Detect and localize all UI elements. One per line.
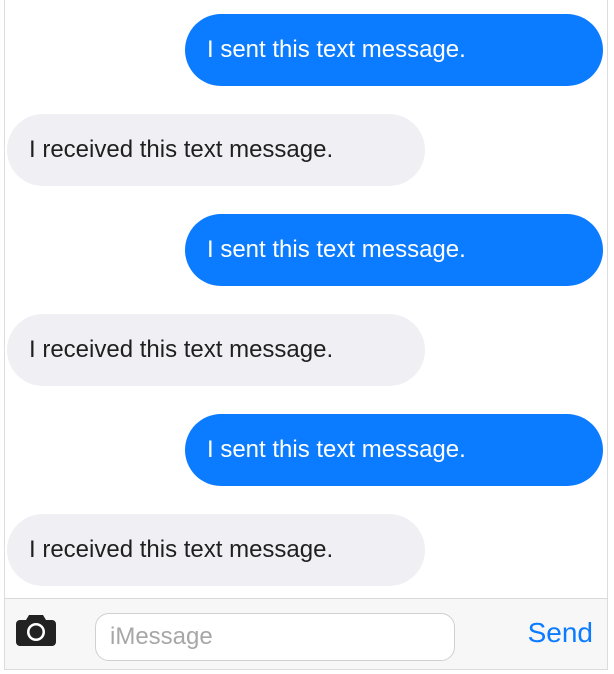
message-bubble-sent[interactable]: I sent this text message.: [185, 14, 603, 86]
message-text: I received this text message.: [29, 536, 334, 563]
message-text: I received this text message.: [29, 136, 334, 163]
message-bubble-received[interactable]: I received this text message.: [7, 514, 425, 586]
message-text: I sent this text message.: [207, 236, 466, 263]
message-input-wrapper: [95, 613, 455, 661]
camera-icon: [16, 615, 56, 646]
message-thread[interactable]: I sent this text message. I received thi…: [5, 0, 607, 598]
message-input[interactable]: [96, 614, 454, 660]
composer-bar: Send: [5, 598, 607, 669]
message-bubble-received[interactable]: I received this text message.: [7, 114, 425, 186]
message-bubble-received[interactable]: I received this text message.: [7, 314, 425, 386]
messages-window: I sent this text message. I received thi…: [4, 0, 608, 670]
message-bubble-sent[interactable]: I sent this text message.: [185, 414, 603, 486]
message-text: I sent this text message.: [207, 36, 466, 63]
camera-button[interactable]: [14, 612, 58, 648]
message-text: I received this text message.: [29, 336, 334, 363]
message-text: I sent this text message.: [207, 436, 466, 463]
send-button[interactable]: Send: [528, 617, 593, 649]
message-bubble-sent[interactable]: I sent this text message.: [185, 214, 603, 286]
